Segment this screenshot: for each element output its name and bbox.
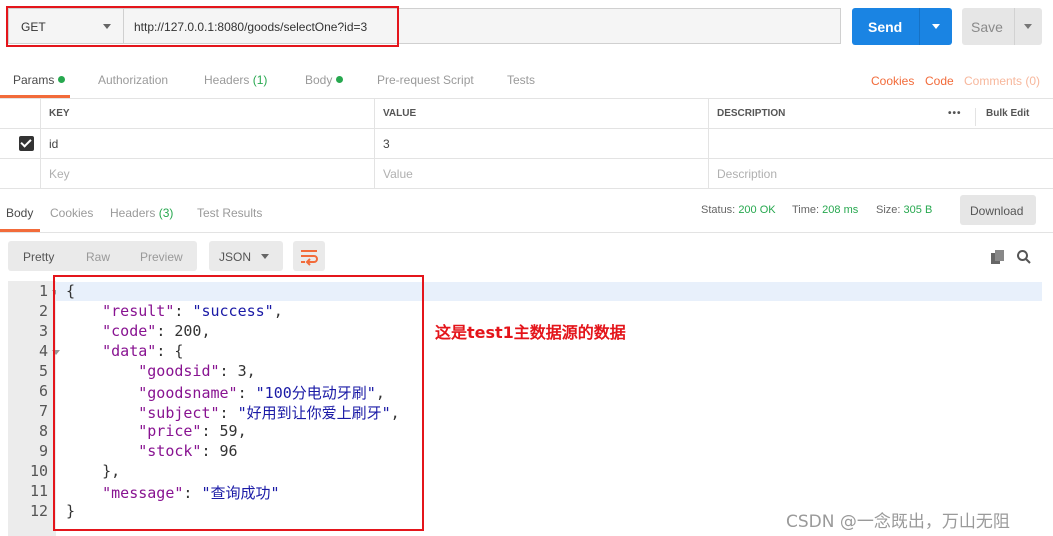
chevron-down-icon <box>261 254 269 259</box>
more-options-icon[interactable]: ••• <box>948 108 962 119</box>
fold-arrow-icon[interactable] <box>52 350 60 355</box>
line-number: 12 <box>29 502 48 520</box>
tab-headers[interactable]: Headers (1) <box>204 73 267 87</box>
time-readout: Time: 208 ms <box>792 204 859 216</box>
line-number-gutter: 1 2 3 4 5 6 7 8 9 10 11 12 <box>8 281 60 536</box>
method-select[interactable]: GET <box>8 8 124 44</box>
save-button[interactable]: Save <box>962 8 1042 45</box>
param-description-cell[interactable] <box>708 128 1053 158</box>
param-enabled-checkbox[interactable] <box>19 136 34 151</box>
send-dropdown-icon[interactable] <box>932 24 940 29</box>
copy-icon[interactable] <box>991 250 1005 264</box>
code-line: "message": "查询成功" <box>102 484 280 502</box>
url-text: http://127.0.0.1:8080/goods/selectOne?id… <box>134 20 368 34</box>
size-readout: Size: 305 B <box>876 204 933 216</box>
body-dot-icon <box>336 76 344 83</box>
code-line: "stock": 96 <box>138 442 238 460</box>
line-number: 3 <box>38 322 48 340</box>
line-number: 11 <box>29 482 48 500</box>
description-column-header: DESCRIPTION <box>717 108 786 119</box>
comments-link[interactable]: Comments (0) <box>964 74 1040 88</box>
tab-prerequest-script[interactable]: Pre-request Script <box>377 73 474 87</box>
tab-tests[interactable]: Tests <box>507 73 535 87</box>
tab-body[interactable]: Body <box>305 73 344 87</box>
table-row: id 3 <box>0 128 1053 159</box>
code-line: "result": "success", <box>102 302 283 320</box>
code-link[interactable]: Code <box>925 74 954 88</box>
table-row-empty: Key Value Description <box>0 158 1053 189</box>
download-button[interactable]: Download <box>960 195 1036 225</box>
method-label: GET <box>21 20 46 34</box>
line-number: 5 <box>38 362 48 380</box>
new-key-input[interactable]: Key <box>40 158 374 188</box>
code-line: "subject": "好用到让你爱上刷牙", <box>138 404 400 422</box>
line-number: 9 <box>38 442 48 460</box>
tab-params[interactable]: Params <box>13 73 66 87</box>
pretty-button[interactable]: Pretty <box>23 250 54 264</box>
code-line: }, <box>66 462 121 480</box>
cookies-link[interactable]: Cookies <box>871 74 914 88</box>
code-line: { <box>66 282 76 300</box>
code-line: "goodsname": "100分电动牙刷", <box>138 384 385 402</box>
format-select[interactable]: JSON <box>209 241 283 271</box>
save-dropdown-icon[interactable] <box>1024 24 1032 29</box>
send-button[interactable]: Send <box>852 8 952 45</box>
line-number: 7 <box>38 402 48 420</box>
params-dot-icon <box>58 76 66 83</box>
value-column-header: VALUE <box>383 108 417 119</box>
new-value-input[interactable]: Value <box>374 158 708 188</box>
bulk-edit-link[interactable]: Bulk Edit <box>986 108 1029 119</box>
tab-test-results[interactable]: Test Results <box>197 206 262 220</box>
save-label: Save <box>971 19 1003 35</box>
line-number: 10 <box>29 462 48 480</box>
line-number: 4 <box>38 342 48 360</box>
line-number: 2 <box>38 302 48 320</box>
tab-response-headers[interactable]: Headers (3) <box>110 206 173 220</box>
code-line: "goodsid": 3, <box>138 362 256 380</box>
request-bar: GET http://127.0.0.1:8080/goods/selectOn… <box>0 0 1053 56</box>
line-number: 1 <box>38 282 48 300</box>
response-tabs: Body Cookies Headers (3) Test Results St… <box>0 192 1053 233</box>
code-line: } <box>66 502 76 520</box>
param-key-cell[interactable]: id <box>40 128 374 158</box>
wrap-icon <box>301 250 318 266</box>
line-number: 8 <box>38 422 48 440</box>
status-readout: Status: 200 OK <box>701 204 776 216</box>
active-response-tab-indicator <box>0 229 40 232</box>
url-input[interactable]: http://127.0.0.1:8080/goods/selectOne?id… <box>124 8 841 44</box>
code-line: "price": 59, <box>138 422 247 440</box>
preview-button[interactable]: Preview <box>140 250 183 264</box>
tab-response-body[interactable]: Body <box>6 206 33 220</box>
request-tabs: Params Authorization Headers (1) Body Pr… <box>0 58 1053 99</box>
line-number: 6 <box>38 382 48 400</box>
new-description-input[interactable]: Description <box>708 158 1053 188</box>
code-line: "data": { <box>102 342 184 360</box>
chevron-down-icon <box>103 24 111 29</box>
params-header-row: KEY VALUE DESCRIPTION ••• Bulk Edit <box>0 98 1053 129</box>
key-column-header: KEY <box>49 108 70 119</box>
view-mode-switch: Pretty Raw Preview <box>8 241 197 271</box>
tab-authorization[interactable]: Authorization <box>98 73 168 87</box>
annotation-text: 这是test1主数据源的数据 <box>435 323 626 342</box>
wrap-lines-button[interactable] <box>293 241 325 271</box>
search-icon[interactable] <box>1016 249 1032 265</box>
param-value-cell[interactable]: 3 <box>374 128 708 158</box>
raw-button[interactable]: Raw <box>86 250 110 264</box>
code-line: "code": 200, <box>102 322 211 340</box>
tab-response-cookies[interactable]: Cookies <box>50 206 93 220</box>
active-line-highlight <box>56 282 1042 301</box>
watermark: CSDN @一念既出，万山无阻 <box>786 512 1010 532</box>
send-label: Send <box>868 19 903 35</box>
